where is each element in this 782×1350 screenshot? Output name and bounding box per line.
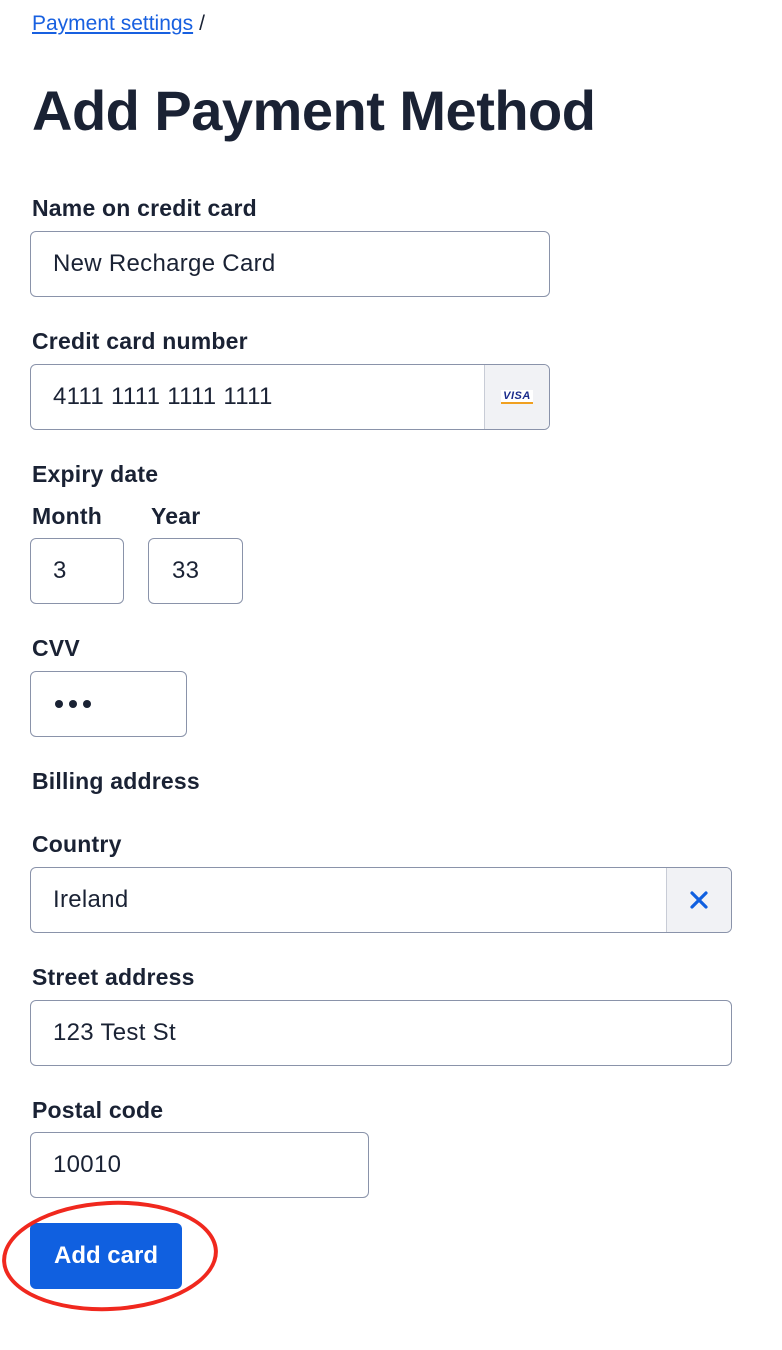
breadcrumb-separator: / — [199, 12, 205, 35]
expiry-date-label: Expiry date — [32, 461, 159, 487]
month-field[interactable]: 3 — [30, 538, 124, 604]
country-clear-button[interactable] — [666, 868, 731, 932]
country-select[interactable]: Ireland — [30, 867, 732, 933]
close-icon — [690, 891, 708, 909]
month-value: 3 — [53, 557, 67, 584]
cvv-field[interactable] — [30, 671, 187, 737]
year-field[interactable]: 33 — [148, 538, 243, 604]
cvv-label: CVV — [32, 635, 80, 661]
billing-address-heading: Billing address — [32, 768, 200, 794]
cvv-masked-value — [31, 700, 91, 708]
name-on-card-label: Name on credit card — [32, 195, 257, 221]
street-address-value: 123 Test St — [53, 1019, 176, 1046]
card-number-field[interactable]: 4111 1111 1111 1111 VISA — [30, 364, 550, 430]
card-number-value: 4111 1111 1111 1111 — [53, 383, 273, 410]
country-value: Ireland — [53, 886, 129, 913]
country-label: Country — [32, 831, 122, 857]
postal-code-label: Postal code — [32, 1097, 164, 1123]
name-on-card-field[interactable]: New Recharge Card — [30, 231, 550, 297]
month-label: Month — [32, 503, 102, 529]
name-on-card-value: New Recharge Card — [53, 250, 276, 277]
year-label: Year — [151, 503, 201, 529]
breadcrumb: Payment settings / — [32, 12, 205, 36]
highlight-circle — [0, 1195, 221, 1317]
page-title: Add Payment Method — [32, 79, 596, 142]
card-number-label: Credit card number — [32, 328, 248, 354]
postal-code-field[interactable]: 10010 — [30, 1132, 369, 1198]
breadcrumb-link-payment-settings[interactable]: Payment settings — [32, 12, 193, 35]
postal-code-value: 10010 — [53, 1151, 122, 1178]
card-brand-addon: VISA — [484, 365, 549, 429]
street-address-field[interactable]: 123 Test St — [30, 1000, 732, 1066]
street-address-label: Street address — [32, 964, 195, 990]
year-value: 33 — [172, 557, 200, 584]
visa-icon: VISA — [501, 390, 533, 404]
